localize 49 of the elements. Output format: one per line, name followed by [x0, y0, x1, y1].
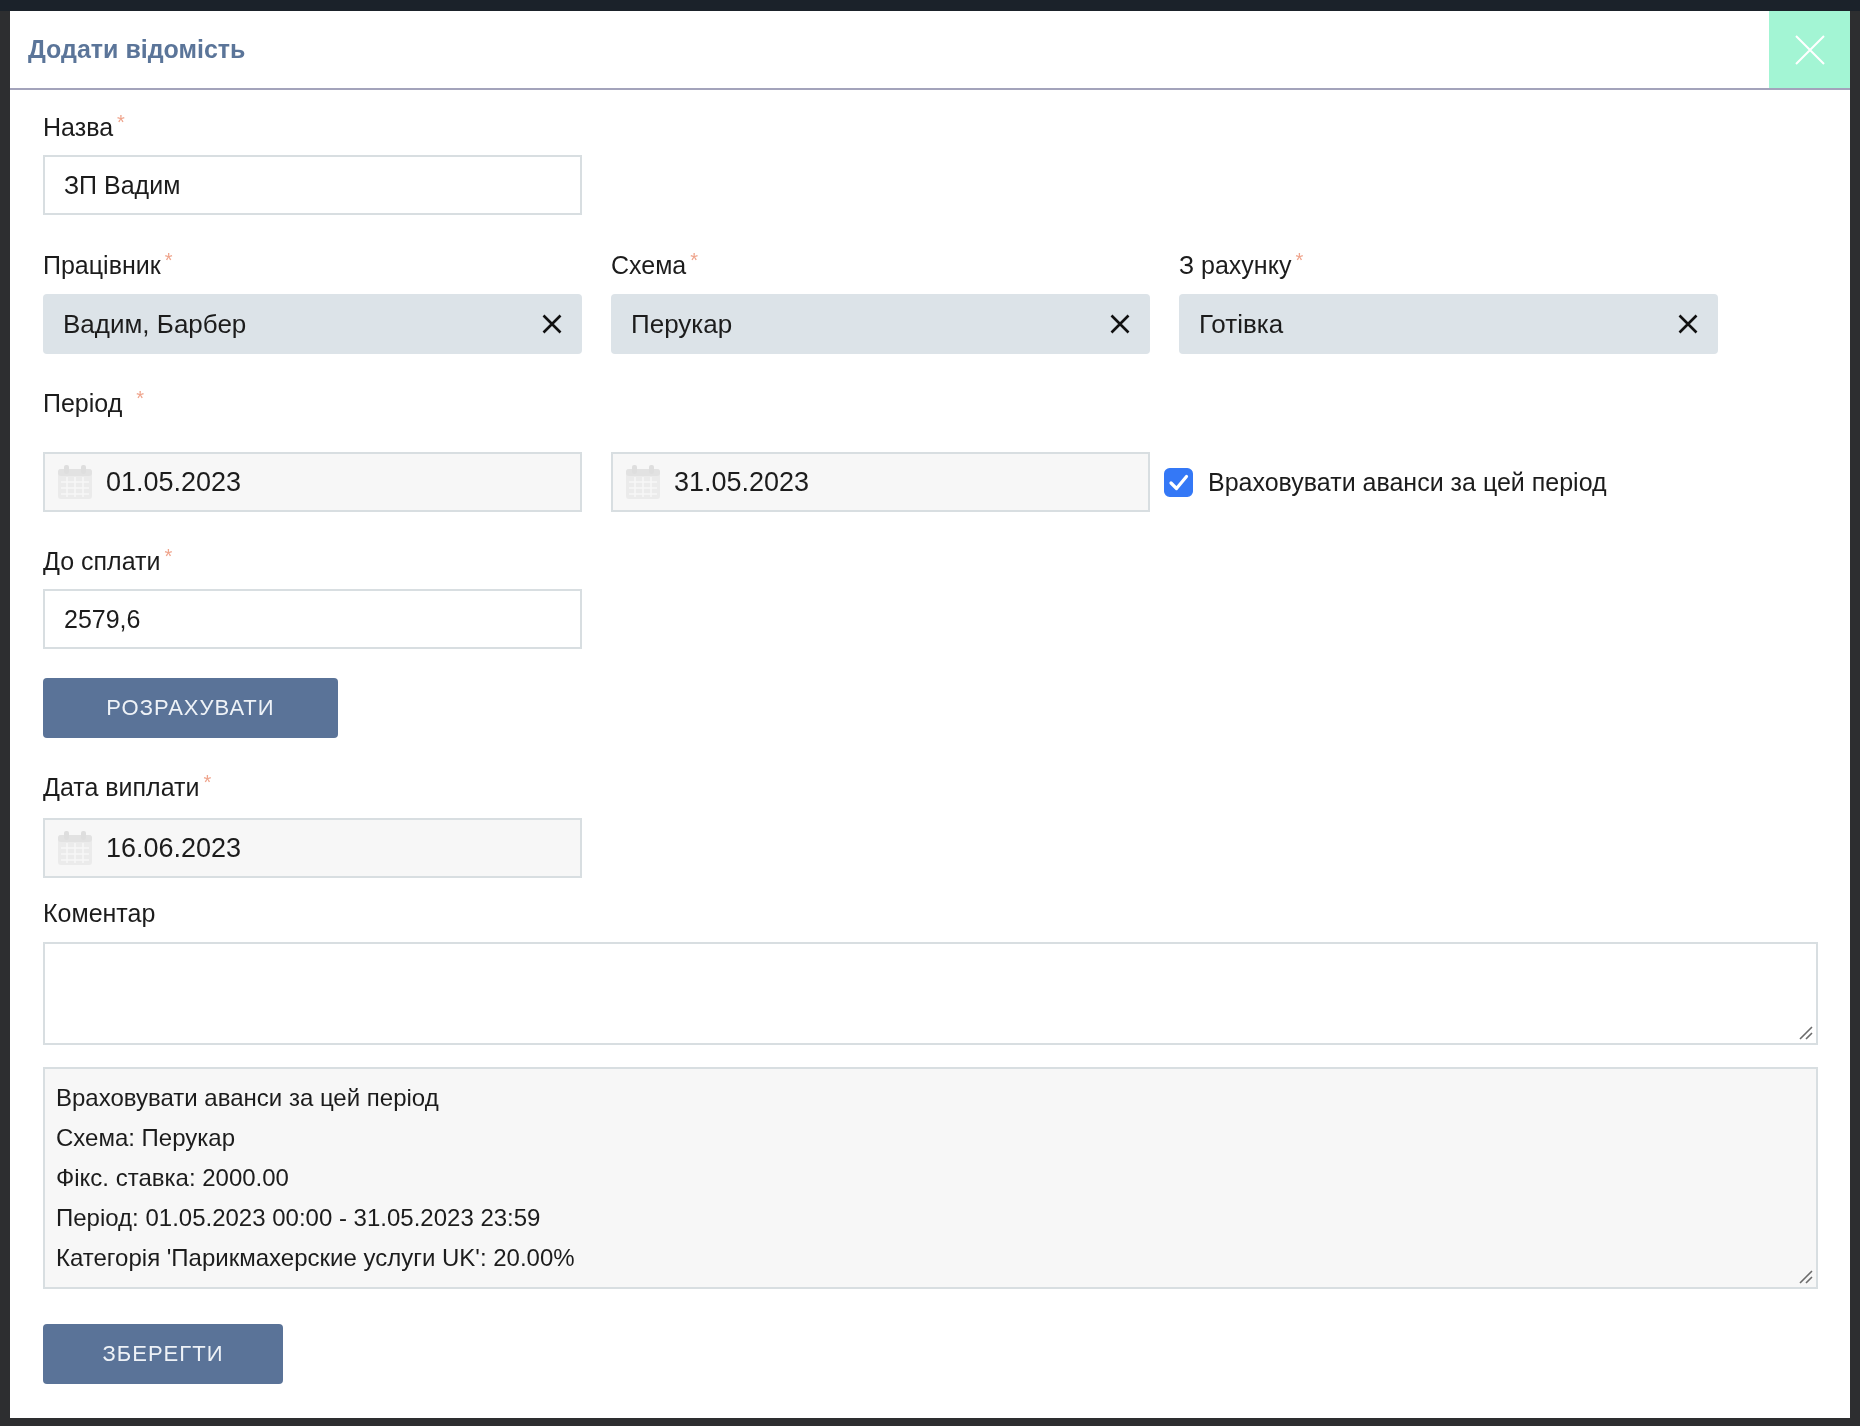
required-mark: *	[690, 250, 699, 270]
select-value: Готівка	[1199, 308, 1284, 340]
calendar-icon	[57, 830, 93, 866]
calendar-icon	[625, 464, 661, 500]
required-mark: *	[164, 546, 173, 566]
select-value: Вадим, Барбер	[63, 308, 247, 340]
select-field[interactable]: Готівка	[1179, 294, 1718, 354]
date-value: 31.05.2023	[674, 466, 810, 498]
date-input[interactable]: 31.05.2023	[611, 452, 1150, 512]
select-field[interactable]: Вадим, Барбер	[43, 294, 582, 354]
required-mark: *	[136, 388, 145, 408]
amount-input[interactable]: 2579,6	[43, 589, 582, 649]
summary-line: Період: 01.05.2023 00:00 - 31.05.2023 23:59	[56, 1204, 541, 1231]
date-value: 16.06.2023	[106, 832, 242, 864]
calculate-button[interactable]: РОЗРАХУВАТИ	[43, 678, 338, 738]
summary-line: Фікс. ставка: 2000.00	[56, 1164, 289, 1191]
comment-field[interactable]	[43, 942, 1818, 1045]
required-mark: *	[1295, 250, 1304, 270]
summary-line: Враховувати аванси за цей період	[56, 1084, 439, 1111]
select-field[interactable]: Перукар	[611, 294, 1150, 354]
clear-icon[interactable]	[542, 314, 562, 334]
resize-grip-icon[interactable]	[1799, 1270, 1813, 1284]
calendar-icon	[57, 464, 93, 500]
clear-icon[interactable]	[1678, 314, 1698, 334]
clear-icon[interactable]	[1110, 314, 1130, 334]
required-mark: *	[117, 112, 125, 132]
field-label: Період	[43, 388, 123, 418]
summary-line: Категорія 'Парикмахерские услуги UK': 20.00%	[56, 1244, 575, 1271]
name-input[interactable]: ЗП Вадим	[43, 155, 582, 215]
checkbox-label[interactable]: Враховувати аванси за цей період	[1208, 467, 1607, 497]
field-label: Дата виплати	[43, 772, 200, 802]
checkbox[interactable]	[1164, 467, 1193, 497]
summary-line: Схема: Перукар	[56, 1124, 235, 1151]
resize-grip-icon[interactable]	[1799, 1026, 1813, 1040]
date-input[interactable]: 01.05.2023	[43, 452, 582, 512]
date-input[interactable]: 16.06.2023	[43, 818, 582, 878]
field-label: Схема	[611, 250, 687, 280]
required-mark: *	[203, 772, 212, 792]
field-label: Назва	[43, 112, 114, 142]
select-value: Перукар	[631, 308, 733, 340]
field-label: До сплати	[43, 546, 161, 576]
date-value: 01.05.2023	[106, 466, 242, 498]
field-label: Коментар	[43, 898, 156, 928]
field-label: Працівник	[43, 250, 161, 280]
close-icon	[1794, 34, 1825, 65]
field-label: З рахунку	[1179, 250, 1292, 280]
save-button[interactable]: ЗБЕРЕГТИ	[43, 1324, 283, 1384]
required-mark: *	[164, 250, 173, 270]
dialog-title: Додати відомість	[28, 35, 246, 64]
